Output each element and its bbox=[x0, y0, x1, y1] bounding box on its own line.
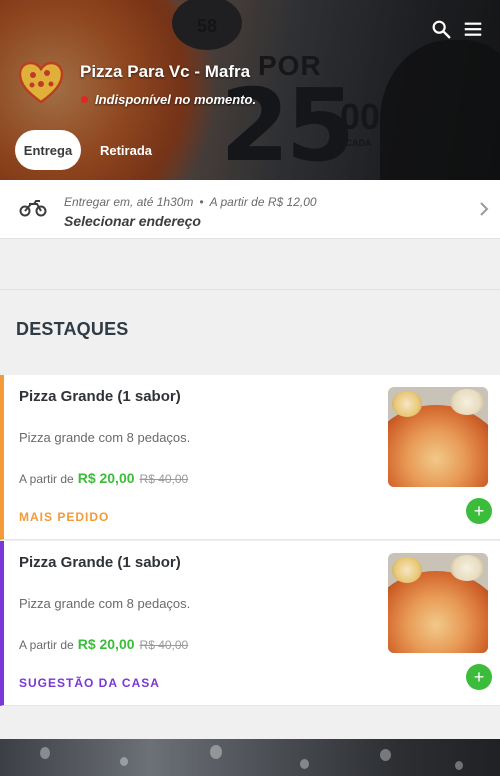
store-name: Pizza Para Vc - Mafra bbox=[80, 62, 251, 81]
sauce-bowl-image bbox=[392, 391, 422, 417]
price-row: A partir de R$ 20,00 R$ 40,00 bbox=[19, 636, 188, 652]
water-drop bbox=[120, 757, 128, 766]
price-old: R$ 40,00 bbox=[139, 472, 189, 486]
price-row: A partir de R$ 20,00 R$ 40,00 bbox=[19, 470, 188, 486]
water-drop bbox=[380, 749, 391, 761]
price-current: R$ 20,00 bbox=[77, 470, 135, 486]
delivery-time: Entregar em, até 1h30m bbox=[64, 195, 194, 209]
search-icon[interactable] bbox=[429, 17, 453, 41]
product-title: Pizza Grande (1 sabor) bbox=[19, 554, 181, 571]
pizza-image bbox=[388, 571, 488, 653]
water-drop bbox=[300, 759, 309, 769]
price-prefix: A partir de bbox=[19, 638, 74, 652]
price-old: R$ 40,00 bbox=[139, 638, 189, 652]
add-to-cart-button[interactable]: + bbox=[466, 664, 492, 690]
product-image[interactable] bbox=[388, 387, 488, 487]
pizza-image bbox=[388, 405, 488, 487]
address-selector[interactable] bbox=[0, 180, 500, 239]
category-banner-image[interactable] bbox=[0, 739, 500, 776]
section-divider bbox=[0, 289, 500, 290]
water-drop bbox=[455, 761, 463, 770]
price-prefix: A partir de bbox=[19, 472, 74, 486]
price-current: R$ 20,00 bbox=[77, 636, 135, 652]
product-title: Pizza Grande (1 sabor) bbox=[19, 388, 181, 405]
tab-retirada[interactable]: Retirada bbox=[92, 130, 160, 170]
tab-entrega[interactable]: Entrega bbox=[15, 130, 81, 170]
product-tag: SUGESTÃO DA CASA bbox=[19, 676, 160, 690]
product-card[interactable]: Pizza Grande (1 sabor) Pizza grande com … bbox=[0, 541, 500, 706]
sauce-bowl-image bbox=[392, 557, 422, 583]
water-drop bbox=[210, 745, 222, 759]
select-address-label[interactable]: Selecionar endereço bbox=[64, 213, 201, 229]
add-to-cart-button[interactable]: + bbox=[466, 498, 492, 524]
status-dot-icon bbox=[81, 96, 88, 103]
product-card[interactable]: Pizza Grande (1 sabor) Pizza grande com … bbox=[0, 375, 500, 540]
product-image[interactable] bbox=[388, 553, 488, 653]
delivery-info: Entregar em, até 1h30m • A partir de R$ 12… bbox=[64, 195, 317, 209]
menu-icon[interactable] bbox=[461, 17, 485, 41]
status-text: Indisponível no momento. bbox=[95, 92, 257, 107]
product-description: Pizza grande com 8 pedaços. bbox=[19, 430, 191, 445]
min-order: A partir de R$ 12,00 bbox=[209, 195, 317, 209]
chevron-right-icon[interactable] bbox=[478, 200, 490, 218]
info-separator: • bbox=[199, 195, 204, 209]
section-title: DESTAQUES bbox=[16, 319, 129, 339]
sauce-bowl-image bbox=[450, 555, 484, 581]
store-status: Indisponível no momento. bbox=[81, 92, 256, 107]
product-description: Pizza grande com 8 pedaços. bbox=[19, 596, 191, 611]
heart-pizza-logo bbox=[16, 58, 66, 108]
product-tag: MAIS PEDIDO bbox=[19, 510, 110, 524]
sauce-bowl-image bbox=[450, 389, 484, 415]
motorcycle-icon bbox=[19, 198, 47, 218]
water-drop bbox=[40, 747, 50, 759]
